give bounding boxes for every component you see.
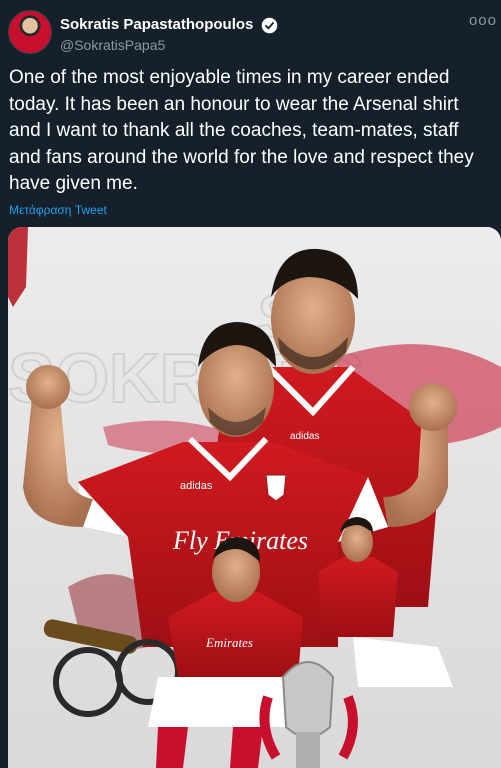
author-display-name[interactable]: Sokratis Papastathopoulos xyxy=(60,16,253,34)
kneeling-shirt-text: Emirates xyxy=(205,635,253,650)
avatar[interactable] xyxy=(8,10,52,54)
author-handle[interactable]: @SokratisPapa5 xyxy=(60,36,278,54)
svg-text:adidas: adidas xyxy=(290,431,319,442)
shirt-brand-text: adidas xyxy=(180,480,213,492)
author-info[interactable]: Sokratis Papastathopoulos @SokratisPapa5 xyxy=(60,16,278,54)
more-options-icon[interactable]: ooo xyxy=(469,12,497,29)
translate-tweet-link[interactable]: Μετάφραση Tweet xyxy=(9,203,107,217)
verified-badge-icon xyxy=(261,17,278,33)
arsenal-player-photo: SOKRATIS SO adidas xyxy=(8,227,501,768)
tweet-media-image[interactable]: SOKRATIS SO adidas xyxy=(8,227,501,768)
tweet-text: One of the most enjoyable times in my ca… xyxy=(9,67,474,194)
tweet-header: Sokratis Papastathopoulos @SokratisPapa5… xyxy=(8,8,501,56)
